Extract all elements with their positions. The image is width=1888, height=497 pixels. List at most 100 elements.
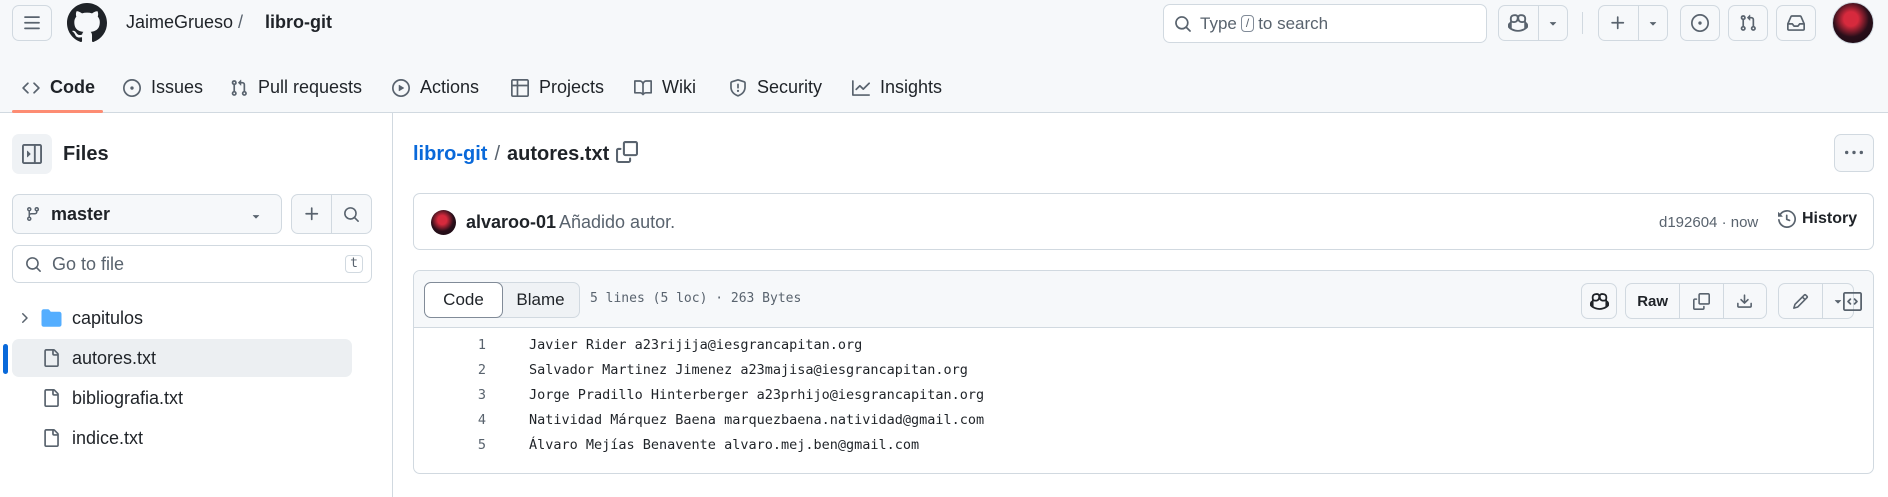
commit-author[interactable]: alvaroo-01 bbox=[466, 212, 556, 233]
more-options-button[interactable] bbox=[1834, 134, 1874, 172]
symbols-panel-button[interactable] bbox=[1834, 283, 1870, 319]
code-line: 2 Salvador Martinez Jimenez a23majisa@ie… bbox=[414, 358, 1873, 383]
play-icon bbox=[392, 78, 410, 97]
copilot-dropdown-button[interactable] bbox=[1537, 6, 1567, 40]
line-number[interactable]: 3 bbox=[414, 383, 486, 408]
tab-projects-label: Projects bbox=[539, 77, 605, 97]
path-repo-link[interactable]: libro-git bbox=[413, 143, 487, 166]
tree-item-indice-txt[interactable]: indice.txt bbox=[12, 419, 352, 457]
tab-issues-label: Issues bbox=[151, 77, 204, 97]
search-tree-button[interactable] bbox=[331, 195, 371, 233]
create-new-button-group bbox=[1598, 5, 1668, 41]
tab-actions-label: Actions bbox=[420, 77, 480, 97]
edit-file-button[interactable] bbox=[1779, 284, 1822, 318]
tree-item-label: capitulos bbox=[72, 307, 144, 328]
path-file-name: autores.txt bbox=[507, 143, 610, 165]
tab-pull-requests[interactable]: Pull requests bbox=[230, 62, 362, 113]
kebab-horizontal-icon bbox=[1845, 150, 1863, 155]
tab-wiki[interactable]: Wiki bbox=[634, 62, 696, 113]
collapse-sidebar-button[interactable] bbox=[12, 134, 52, 174]
branch-selector[interactable]: master bbox=[12, 194, 282, 234]
path-separator: / bbox=[494, 143, 500, 165]
copilot-ask-button[interactable] bbox=[1581, 283, 1617, 319]
code-view-button[interactable]: Code bbox=[424, 282, 503, 318]
file-icon bbox=[44, 389, 59, 407]
git-pull-request-icon bbox=[231, 79, 247, 96]
tab-projects[interactable]: Projects bbox=[511, 62, 604, 113]
go-to-file-shortcut: t bbox=[345, 255, 363, 273]
search-icon bbox=[1175, 15, 1191, 32]
issue-opened-icon bbox=[123, 78, 141, 97]
copy-icon[interactable] bbox=[616, 141, 638, 163]
copilot-button-group bbox=[1498, 5, 1568, 41]
download-button[interactable] bbox=[1722, 284, 1766, 318]
view-toggle: Code Blame bbox=[424, 282, 580, 318]
user-avatar[interactable] bbox=[1832, 2, 1874, 44]
line-text: Javier Rider a23rijija@iesgrancapitan.or… bbox=[529, 337, 863, 353]
tree-item-bibliografia-txt[interactable]: bibliografia.txt bbox=[12, 379, 352, 417]
tab-insights-label: Insights bbox=[880, 77, 943, 97]
pull-requests-button[interactable] bbox=[1728, 5, 1768, 41]
commit-message[interactable]: Añadido autor. bbox=[559, 212, 675, 233]
search-input[interactable]: Type / to search bbox=[1163, 4, 1487, 43]
blame-view-button[interactable]: Blame bbox=[502, 283, 579, 317]
code-line: 4 Natividad Márquez Baena marquezbaena.n… bbox=[414, 408, 1873, 433]
file-viewer: Code Blame 5 lines (5 loc) · 263 Bytes R… bbox=[413, 270, 1874, 474]
line-number[interactable]: 4 bbox=[414, 408, 486, 433]
tree-actions-group bbox=[291, 194, 372, 234]
breadcrumb-separator: / bbox=[238, 12, 244, 32]
sidebar-collapse-icon bbox=[22, 144, 42, 164]
file-icon bbox=[44, 349, 59, 367]
issue-opened-icon bbox=[1691, 14, 1709, 32]
copilot-button[interactable] bbox=[1499, 6, 1538, 40]
history-button[interactable]: History bbox=[1778, 210, 1857, 228]
search-placeholder-after: to search bbox=[1258, 13, 1329, 33]
pencil-icon bbox=[1792, 293, 1808, 309]
go-to-file-input[interactable]: Go to file t bbox=[12, 245, 372, 283]
add-file-button[interactable] bbox=[292, 195, 331, 233]
file-icon bbox=[44, 429, 59, 447]
code-line: 3 Jorge Pradillo Hinterberger a23prhijo@… bbox=[414, 383, 1873, 408]
raw-copy-download-group: Raw bbox=[1625, 283, 1767, 319]
tab-issues[interactable]: Issues bbox=[123, 62, 203, 113]
plus-icon bbox=[1611, 16, 1625, 30]
hamburger-icon bbox=[24, 16, 40, 30]
create-new-dropdown-button[interactable] bbox=[1637, 6, 1667, 40]
download-icon bbox=[1737, 293, 1753, 308]
shield-icon bbox=[730, 78, 746, 97]
search-placeholder: Type / to search bbox=[1200, 14, 1328, 34]
triangle-down-icon bbox=[1649, 22, 1657, 26]
git-pull-request-icon bbox=[1740, 14, 1756, 31]
tab-actions[interactable]: Actions bbox=[392, 62, 479, 113]
raw-button[interactable]: Raw bbox=[1626, 284, 1679, 318]
commit-meta[interactable]: d192604 · now bbox=[1659, 214, 1758, 231]
tree-item-label: autores.txt bbox=[72, 347, 157, 368]
menu-button[interactable] bbox=[12, 5, 52, 41]
code-line: 1 Javier Rider a23rijija@iesgrancapitan.… bbox=[414, 333, 1873, 358]
tab-security[interactable]: Security bbox=[729, 62, 822, 113]
commit-author-avatar[interactable] bbox=[431, 210, 456, 235]
copy-icon bbox=[1692, 292, 1710, 310]
breadcrumb-repo[interactable]: libro-git bbox=[265, 12, 332, 33]
tab-insights[interactable]: Insights bbox=[852, 62, 942, 113]
graph-icon bbox=[852, 79, 870, 96]
line-text: Álvaro Mejías Benavente alvaro.mej.ben@g… bbox=[529, 437, 920, 453]
tab-code[interactable]: Code bbox=[22, 62, 95, 113]
tab-pull-requests-label: Pull requests bbox=[258, 77, 363, 97]
create-new-button[interactable] bbox=[1599, 6, 1638, 40]
tree-item-capitulos[interactable]: capitulos bbox=[12, 299, 352, 337]
git-branch-icon bbox=[26, 207, 39, 222]
github-logo-icon[interactable] bbox=[67, 3, 107, 43]
line-number[interactable]: 2 bbox=[414, 358, 486, 383]
line-number[interactable]: 5 bbox=[414, 433, 486, 458]
branch-name: master bbox=[51, 203, 111, 224]
issues-button[interactable] bbox=[1680, 5, 1720, 41]
book-icon bbox=[634, 79, 652, 95]
line-text: Jorge Pradillo Hinterberger a23prhijo@ie… bbox=[529, 387, 985, 403]
line-number[interactable]: 1 bbox=[414, 333, 486, 358]
breadcrumb-owner[interactable]: JaimeGrueso bbox=[126, 12, 233, 33]
tree-item-autores-txt[interactable]: autores.txt bbox=[12, 339, 352, 377]
file-info: 5 lines (5 loc) · 263 Bytes bbox=[590, 291, 802, 306]
copy-raw-button[interactable] bbox=[1679, 284, 1722, 318]
inbox-button[interactable] bbox=[1776, 5, 1816, 41]
